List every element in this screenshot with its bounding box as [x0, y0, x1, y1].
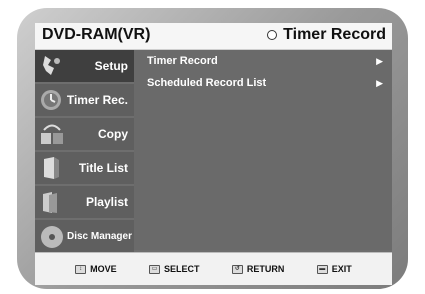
- sidebar-item-disc-manager[interactable]: Disc Manager: [35, 220, 134, 252]
- disc-icon: [41, 226, 63, 248]
- circle-icon: [267, 30, 278, 40]
- select-icon: ▭: [149, 264, 161, 274]
- sidebar-item-label: Setup: [94, 59, 128, 73]
- page-title-group: Timer Record: [267, 26, 386, 44]
- footer-move: ↕ MOVE: [75, 264, 117, 274]
- footer-exit-label: EXIT: [331, 264, 352, 274]
- return-icon: ↺: [231, 264, 243, 274]
- setup-icon: [43, 56, 60, 75]
- sidebar: Setup Timer Rec. Copy Title List Playlis…: [35, 50, 134, 252]
- sidebar-item-label: Playlist: [85, 195, 128, 209]
- exit-icon: ▬: [316, 264, 328, 274]
- arrow-right-icon: ▶: [376, 56, 383, 66]
- menu-item-timer-record[interactable]: Timer Record ▶: [134, 50, 392, 72]
- sidebar-item-title-list[interactable]: Title List: [35, 152, 134, 184]
- menu-item-label: Timer Record: [147, 55, 218, 67]
- sidebar-item-label: Timer Rec.: [66, 93, 128, 107]
- footer-return-label: RETURN: [246, 264, 285, 274]
- menu-item-label: Scheduled Record List: [147, 77, 267, 89]
- sidebar-item-label: Copy: [98, 127, 128, 141]
- page-title: Timer Record: [283, 26, 386, 43]
- sidebar-item-playlist[interactable]: Playlist: [35, 186, 134, 218]
- app-title: DVD-RAM(VR): [42, 26, 151, 43]
- title-list-icon: [44, 157, 59, 179]
- arrow-right-icon: ▶: [376, 78, 383, 88]
- footer-bar: ↕ MOVE ▭ SELECT ↺ RETURN ▬ EXIT: [35, 252, 392, 285]
- sidebar-item-label: Disc Manager: [66, 231, 132, 242]
- footer-select-label: SELECT: [164, 264, 200, 274]
- sidebar-item-setup[interactable]: Setup: [35, 50, 134, 82]
- playlist-icon: [43, 192, 57, 213]
- footer-exit: ▬ EXIT: [316, 264, 352, 274]
- footer-select: ▭ SELECT: [149, 264, 200, 274]
- sidebar-item-timer-rec[interactable]: Timer Rec.: [35, 84, 134, 116]
- sidebar-item-label: Title List: [78, 161, 128, 175]
- timer-icon: [41, 90, 61, 110]
- menu-panel: Timer Record ▶ Scheduled Record List ▶: [134, 50, 392, 250]
- copy-icon: [41, 124, 63, 144]
- footer-return: ↺ RETURN: [231, 264, 285, 274]
- footer-move-label: MOVE: [90, 264, 117, 274]
- sidebar-item-copy[interactable]: Copy: [35, 118, 134, 150]
- osd-screen: DVD-RAM(VR) Timer Record Setup Timer Rec…: [35, 23, 392, 285]
- title-bar: DVD-RAM(VR) Timer Record: [35, 23, 392, 50]
- move-icon: ↕: [75, 264, 87, 274]
- menu-item-scheduled-record-list[interactable]: Scheduled Record List ▶: [134, 72, 392, 94]
